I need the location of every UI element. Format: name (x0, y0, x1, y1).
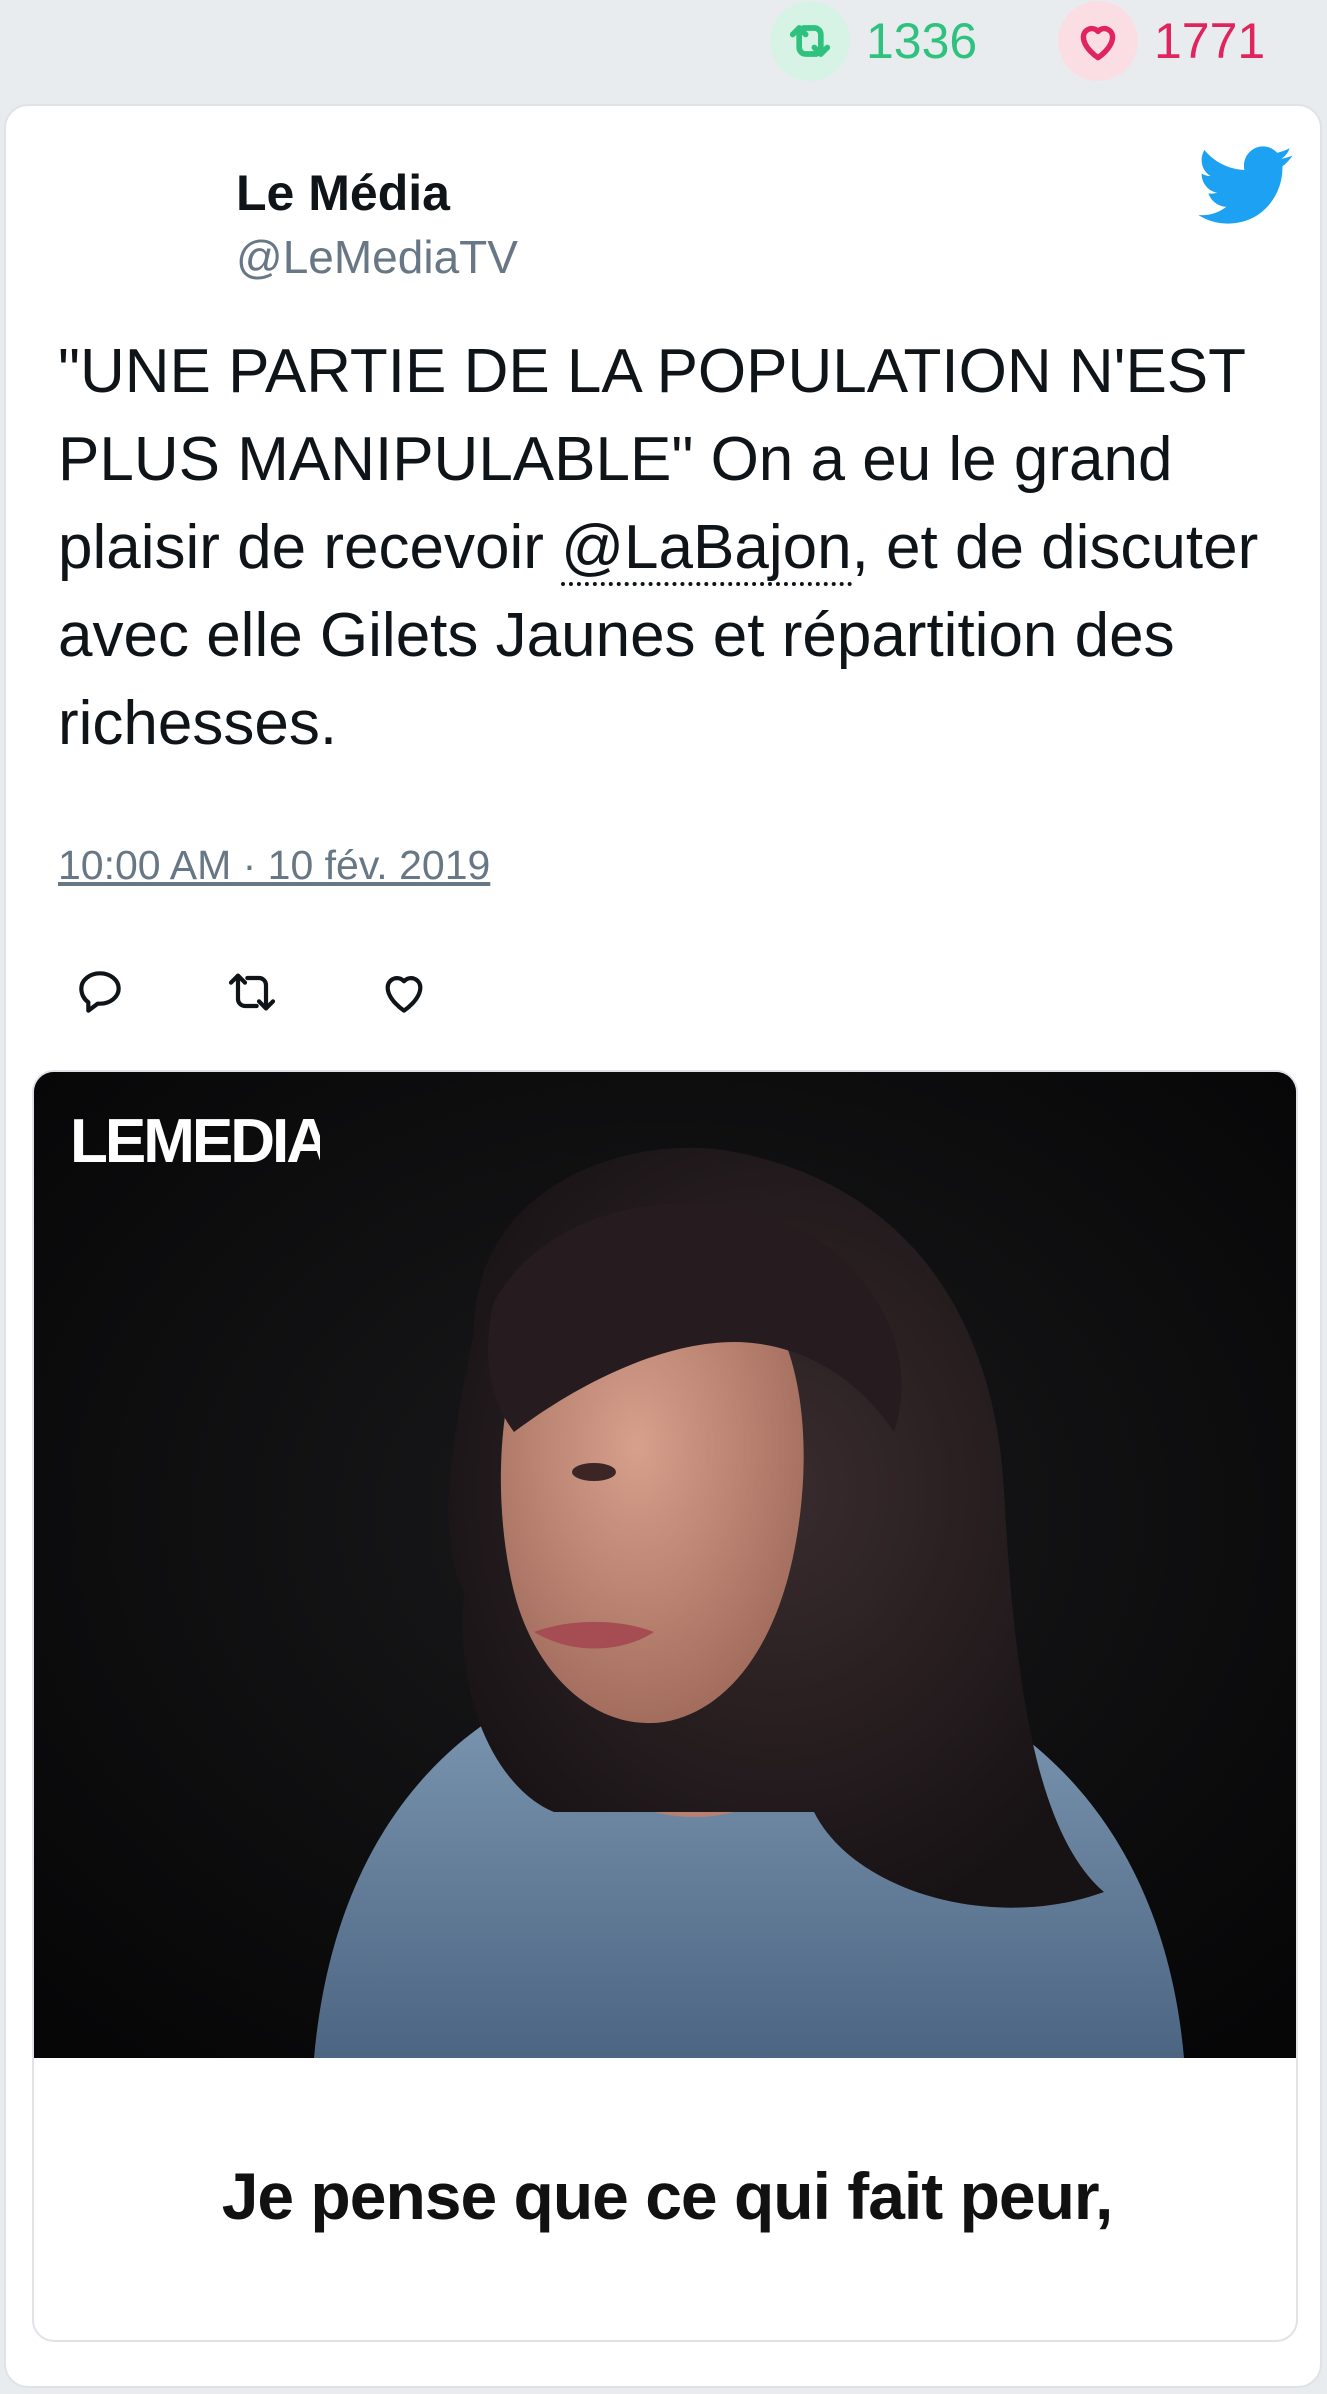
mention-link[interactable]: @LaBajon (561, 513, 852, 586)
engagement-bar: 1336 1771 (0, 0, 1327, 100)
author-handle[interactable]: @LeMediaTV (236, 230, 518, 284)
like-stat[interactable]: 1771 (1058, 0, 1265, 82)
svg-text:LEMEDIA: LEMEDIA (70, 1108, 320, 1170)
video-thumbnail[interactable]: LEMEDIA (34, 1072, 1296, 2058)
reply-icon[interactable] (72, 964, 128, 1020)
retweet-icon[interactable] (224, 964, 280, 1020)
like-count: 1771 (1154, 13, 1266, 69)
retweet-stat-icon (770, 1, 850, 81)
like-stat-icon (1058, 1, 1138, 81)
retweet-count: 1336 (866, 13, 978, 69)
video-caption: Je pense que ce qui fait peur, (221, 2159, 1114, 2233)
lemedia-logo: LEMEDIA (70, 1107, 333, 1176)
tweet-actions (72, 964, 528, 1020)
tweet-card: Le Média @LeMediaTV "UNE PARTIE DE LA PO… (4, 104, 1322, 2388)
author-name[interactable]: Le Média (236, 164, 518, 222)
author-block[interactable]: Le Média @LeMediaTV (236, 164, 518, 284)
twitter-bird-icon[interactable] (1198, 146, 1294, 231)
tweet-text: "UNE PARTIE DE LA POPULATION N'EST PLUS … (58, 328, 1288, 768)
tweet-timestamp[interactable]: 10:00 AM · 10 fév. 2019 (58, 842, 490, 889)
retweet-stat[interactable]: 1336 (770, 0, 977, 82)
media-card[interactable]: LEMEDIA Je pense que ce qui fait peur, (32, 1070, 1298, 2342)
like-icon[interactable] (376, 964, 432, 1020)
